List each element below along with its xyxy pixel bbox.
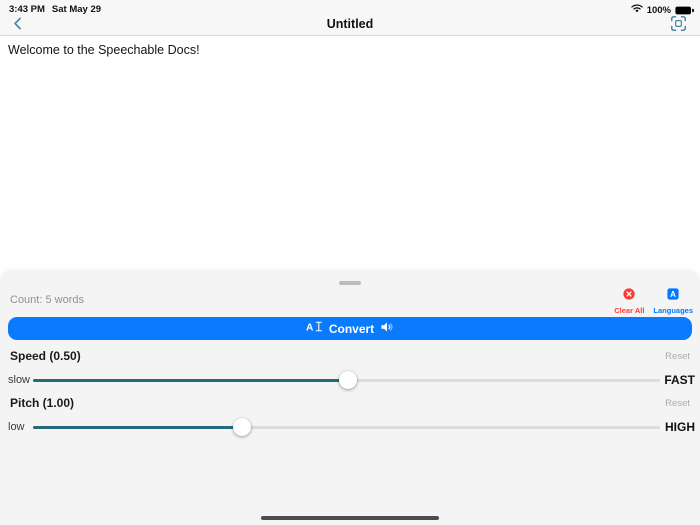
svg-text:A: A [306,322,314,333]
speed-min-label: slow [8,374,31,386]
home-indicator[interactable] [261,515,439,520]
battery-percent: 100% [646,4,671,16]
convert-label: Convert [328,321,375,336]
svg-text:A: A [670,290,676,299]
page-title: Untitled [326,17,374,31]
clock-time: 3:43 PM [9,4,45,15]
pitch-slider-thumb[interactable] [232,418,251,436]
pitch-slider-fill [33,425,242,429]
languages-label: Languages [653,306,693,315]
pitch-slider[interactable] [33,418,660,436]
sheet-actions: Clear All A Languages [614,287,693,315]
status-left: 3:43 PM Sat May 29 [9,4,101,15]
speed-max-label: FAST [664,373,695,387]
sheet-drag-handle[interactable] [339,281,361,285]
speed-slider-thumb[interactable] [338,371,357,389]
character-cursor-icon: A [306,320,323,338]
clear-all-button[interactable]: Clear All [614,287,644,315]
wifi-icon [630,4,643,16]
word-count: Count: 5 words [10,294,84,306]
scan-text-icon[interactable] [671,16,686,36]
x-circle-icon [623,287,635,305]
pitch-slider-track[interactable] [33,425,660,429]
speed-slider-fill [33,378,348,382]
controls-sheet: Count: 5 words Clear All A Languages A C… [0,272,700,525]
speed-slider[interactable] [33,371,660,389]
status-right: 100% [630,4,694,16]
speed-reset-button[interactable]: Reset [665,351,690,362]
convert-button[interactable]: A Convert [8,317,692,340]
document-editor[interactable]: Welcome to the Speechable Docs! [0,37,700,272]
pitch-max-label: HIGH [665,420,695,434]
pitch-reset-button[interactable]: Reset [665,398,690,409]
languages-button[interactable]: A Languages [653,287,693,315]
clear-all-label: Clear All [614,306,645,315]
document-text: Welcome to the Speechable Docs! [8,43,200,57]
speed-label: Speed (0.50) [10,349,81,363]
clock-date: Sat May 29 [51,4,102,15]
battery-icon [675,6,694,15]
speaker-icon [380,320,394,338]
pitch-min-label: low [8,421,25,433]
a-square-icon: A [667,287,679,305]
pitch-label: Pitch (1.00) [10,396,75,410]
app-screen: 3:43 PM Sat May 29 100% Untitled Welcome… [0,0,700,525]
top-bar: 3:43 PM Sat May 29 100% Untitled [0,0,700,36]
